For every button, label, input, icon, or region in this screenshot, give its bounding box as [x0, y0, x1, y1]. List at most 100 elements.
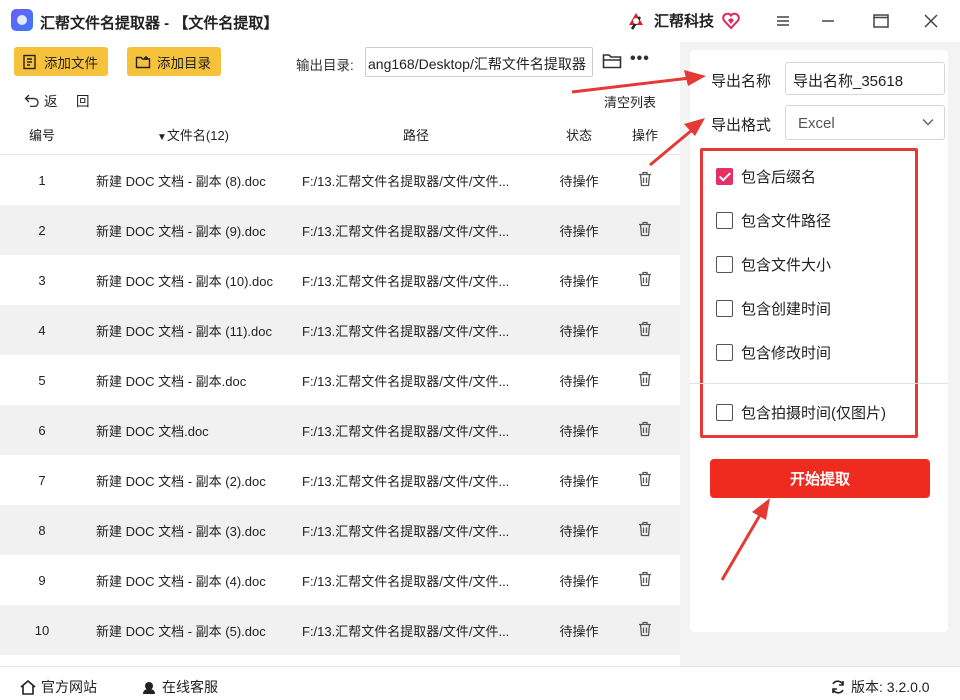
delete-icon[interactable] — [638, 621, 652, 637]
output-dir-value: ang168/Desktop/汇帮文件名提取器 — [368, 56, 586, 72]
option-checkbox[interactable]: 包含创建时间 — [716, 298, 831, 319]
row-status: 待操作 — [559, 273, 599, 289]
checkbox-box[interactable] — [716, 256, 733, 273]
browse-folder-icon[interactable] — [602, 52, 622, 70]
checkbox-box[interactable] — [716, 344, 733, 361]
option-checkbox[interactable]: 包含拍摄时间(仅图片) — [716, 402, 886, 423]
table-row[interactable]: 8 新建 DOC 文档 - 副本 (3).doc F:/13.汇帮文件名提取器/文件… — [0, 505, 680, 555]
option-checkbox[interactable]: 包含后缀名 — [716, 166, 816, 187]
table-row[interactable]: 3 新建 DOC 文档 - 副本 (10).doc F:/13.汇帮文件名提取器/文… — [0, 255, 680, 305]
refresh-icon — [832, 680, 844, 694]
checkbox-box[interactable] — [716, 168, 733, 185]
table-row[interactable]: 5 新建 DOC 文档 - 副本.doc F:/13.汇帮文件名提取器/文件/文件.… — [0, 355, 680, 405]
vip-heart-icon[interactable] — [722, 12, 740, 30]
row-number: 4 — [38, 322, 46, 338]
delete-icon[interactable] — [638, 371, 652, 387]
row-number: 10 — [34, 622, 50, 638]
back-button[interactable]: 返 — [24, 90, 58, 110]
delete-icon[interactable] — [638, 521, 652, 537]
toolbar: 添加文件 添加目录 输出目录: ang168/Desktop/汇帮文件名提取器 … — [0, 42, 680, 122]
delete-icon[interactable] — [638, 571, 652, 587]
option-label: 包含后缀名 — [741, 169, 817, 186]
row-number: 5 — [38, 372, 46, 388]
output-dir-label: 输出目录: — [296, 58, 354, 73]
row-action — [610, 471, 680, 490]
add-file-button[interactable]: 添加文件 — [14, 47, 108, 76]
headset-icon — [143, 682, 155, 694]
checkbox-box[interactable] — [716, 300, 733, 317]
add-directory-button[interactable]: 添加目录 — [127, 47, 221, 76]
official-website-link[interactable]: 官方网站 — [20, 677, 97, 697]
delete-icon[interactable] — [638, 421, 652, 437]
table-row[interactable]: 2 新建 DOC 文档 - 副本 (9).doc F:/13.汇帮文件名提取器/文件… — [0, 205, 680, 255]
header-number: 编号 — [28, 128, 55, 143]
options-divider — [690, 383, 948, 384]
table-row[interactable]: 7 新建 DOC 文档 - 副本 (2).doc F:/13.汇帮文件名提取器/文件… — [0, 455, 680, 505]
row-number: 1 — [38, 172, 46, 188]
chevron-down-icon — [922, 118, 934, 126]
option-label: 包含文件大小 — [741, 257, 832, 274]
version-info[interactable]: 版本: 3.2.0.0 — [830, 677, 930, 697]
row-path: F:/13.汇帮文件名提取器/文件/文件... — [302, 373, 510, 389]
delete-icon[interactable] — [638, 221, 652, 237]
option-checkbox[interactable]: 包含修改时间 — [716, 342, 831, 363]
maximize-button[interactable] — [866, 8, 896, 34]
close-button[interactable] — [916, 8, 946, 34]
table-row[interactable]: 9 新建 DOC 文档 - 副本 (4).doc F:/13.汇帮文件名提取器/文件… — [0, 555, 680, 605]
row-filename: 新建 DOC 文档 - 副本 (10).doc — [96, 273, 273, 289]
export-name-input[interactable]: 导出名称_35618 — [785, 62, 945, 95]
row-path: F:/13.汇帮文件名提取器/文件/文件... — [302, 473, 510, 489]
row-number: 7 — [38, 472, 46, 488]
back-label: 返 — [44, 94, 58, 109]
clear-list-button[interactable]: 清空列表 — [604, 92, 656, 111]
online-service-link[interactable]: 在线客服 — [141, 677, 218, 697]
row-number: 3 — [38, 272, 46, 288]
header-filename[interactable]: ▼文件名(12) — [84, 125, 284, 144]
row-path: F:/13.汇帮文件名提取器/文件/文件... — [302, 173, 510, 189]
row-number: 6 — [38, 422, 46, 438]
delete-icon[interactable] — [638, 171, 652, 187]
header-path: 路径 — [402, 128, 429, 143]
menu-icon[interactable] — [768, 8, 798, 34]
export-format-select[interactable]: Excel — [785, 105, 945, 140]
row-status: 待操作 — [559, 573, 599, 589]
table-row[interactable]: 10 新建 DOC 文档 - 副本 (5).doc F:/13.汇帮文件名提取器/文… — [0, 605, 680, 655]
row-filename: 新建 DOC 文档 - 副本 (2).doc — [96, 473, 266, 489]
add-file-label: 添加文件 — [44, 55, 98, 71]
table-header: 编号 ▼文件名(12) 路径 状态 操作 — [0, 115, 680, 155]
home-icon — [20, 679, 36, 695]
table-row[interactable]: 1 新建 DOC 文档 - 副本 (8).doc F:/13.汇帮文件名提取器/文件… — [0, 155, 680, 205]
app-logo-icon — [11, 9, 33, 31]
checkbox-box[interactable] — [716, 212, 733, 229]
row-action — [610, 521, 680, 540]
row-path: F:/13.汇帮文件名提取器/文件/文件... — [302, 323, 510, 339]
more-options-icon[interactable]: ••• — [630, 50, 650, 68]
file-table: 编号 ▼文件名(12) 路径 状态 操作 1 新建 DOC 文档 - 副本 (8)… — [0, 115, 680, 665]
export-format-label: 导出格式 — [711, 117, 772, 134]
delete-icon[interactable] — [638, 271, 652, 287]
header-status: 状态 — [565, 128, 592, 143]
output-dir-field[interactable]: ang168/Desktop/汇帮文件名提取器 — [365, 47, 593, 77]
row-status: 待操作 — [559, 173, 599, 189]
row-status: 待操作 — [559, 623, 599, 639]
title-bar: 汇帮文件名提取器 - 【文件名提取】 汇帮科技 — [0, 0, 960, 42]
row-filename: 新建 DOC 文档.doc — [96, 423, 209, 439]
table-body: 1 新建 DOC 文档 - 副本 (8).doc F:/13.汇帮文件名提取器/文件… — [0, 155, 680, 655]
row-action — [610, 571, 680, 590]
start-extract-button[interactable]: 开始提取 — [710, 459, 930, 498]
table-row[interactable]: 6 新建 DOC 文档.doc F:/13.汇帮文件名提取器/文件/文件... 待操作 — [0, 405, 680, 455]
checkbox-box[interactable] — [716, 404, 733, 421]
row-filename: 新建 DOC 文档 - 副本 (4).doc — [96, 573, 266, 589]
row-filename: 新建 DOC 文档 - 副本 (9).doc — [96, 223, 266, 239]
row-action — [610, 621, 680, 640]
delete-icon[interactable] — [638, 471, 652, 487]
official-website-label: 官方网站 — [41, 679, 97, 695]
table-row[interactable]: 4 新建 DOC 文档 - 副本 (11).doc F:/13.汇帮文件名提取器/文… — [0, 305, 680, 355]
back-label-2[interactable]: 回 — [76, 90, 90, 110]
option-checkbox[interactable]: 包含文件路径 — [716, 210, 831, 231]
delete-icon[interactable] — [638, 321, 652, 337]
minimize-button[interactable] — [813, 8, 843, 34]
row-status: 待操作 — [559, 223, 599, 239]
add-directory-label: 添加目录 — [157, 55, 211, 71]
option-checkbox[interactable]: 包含文件大小 — [716, 254, 831, 275]
